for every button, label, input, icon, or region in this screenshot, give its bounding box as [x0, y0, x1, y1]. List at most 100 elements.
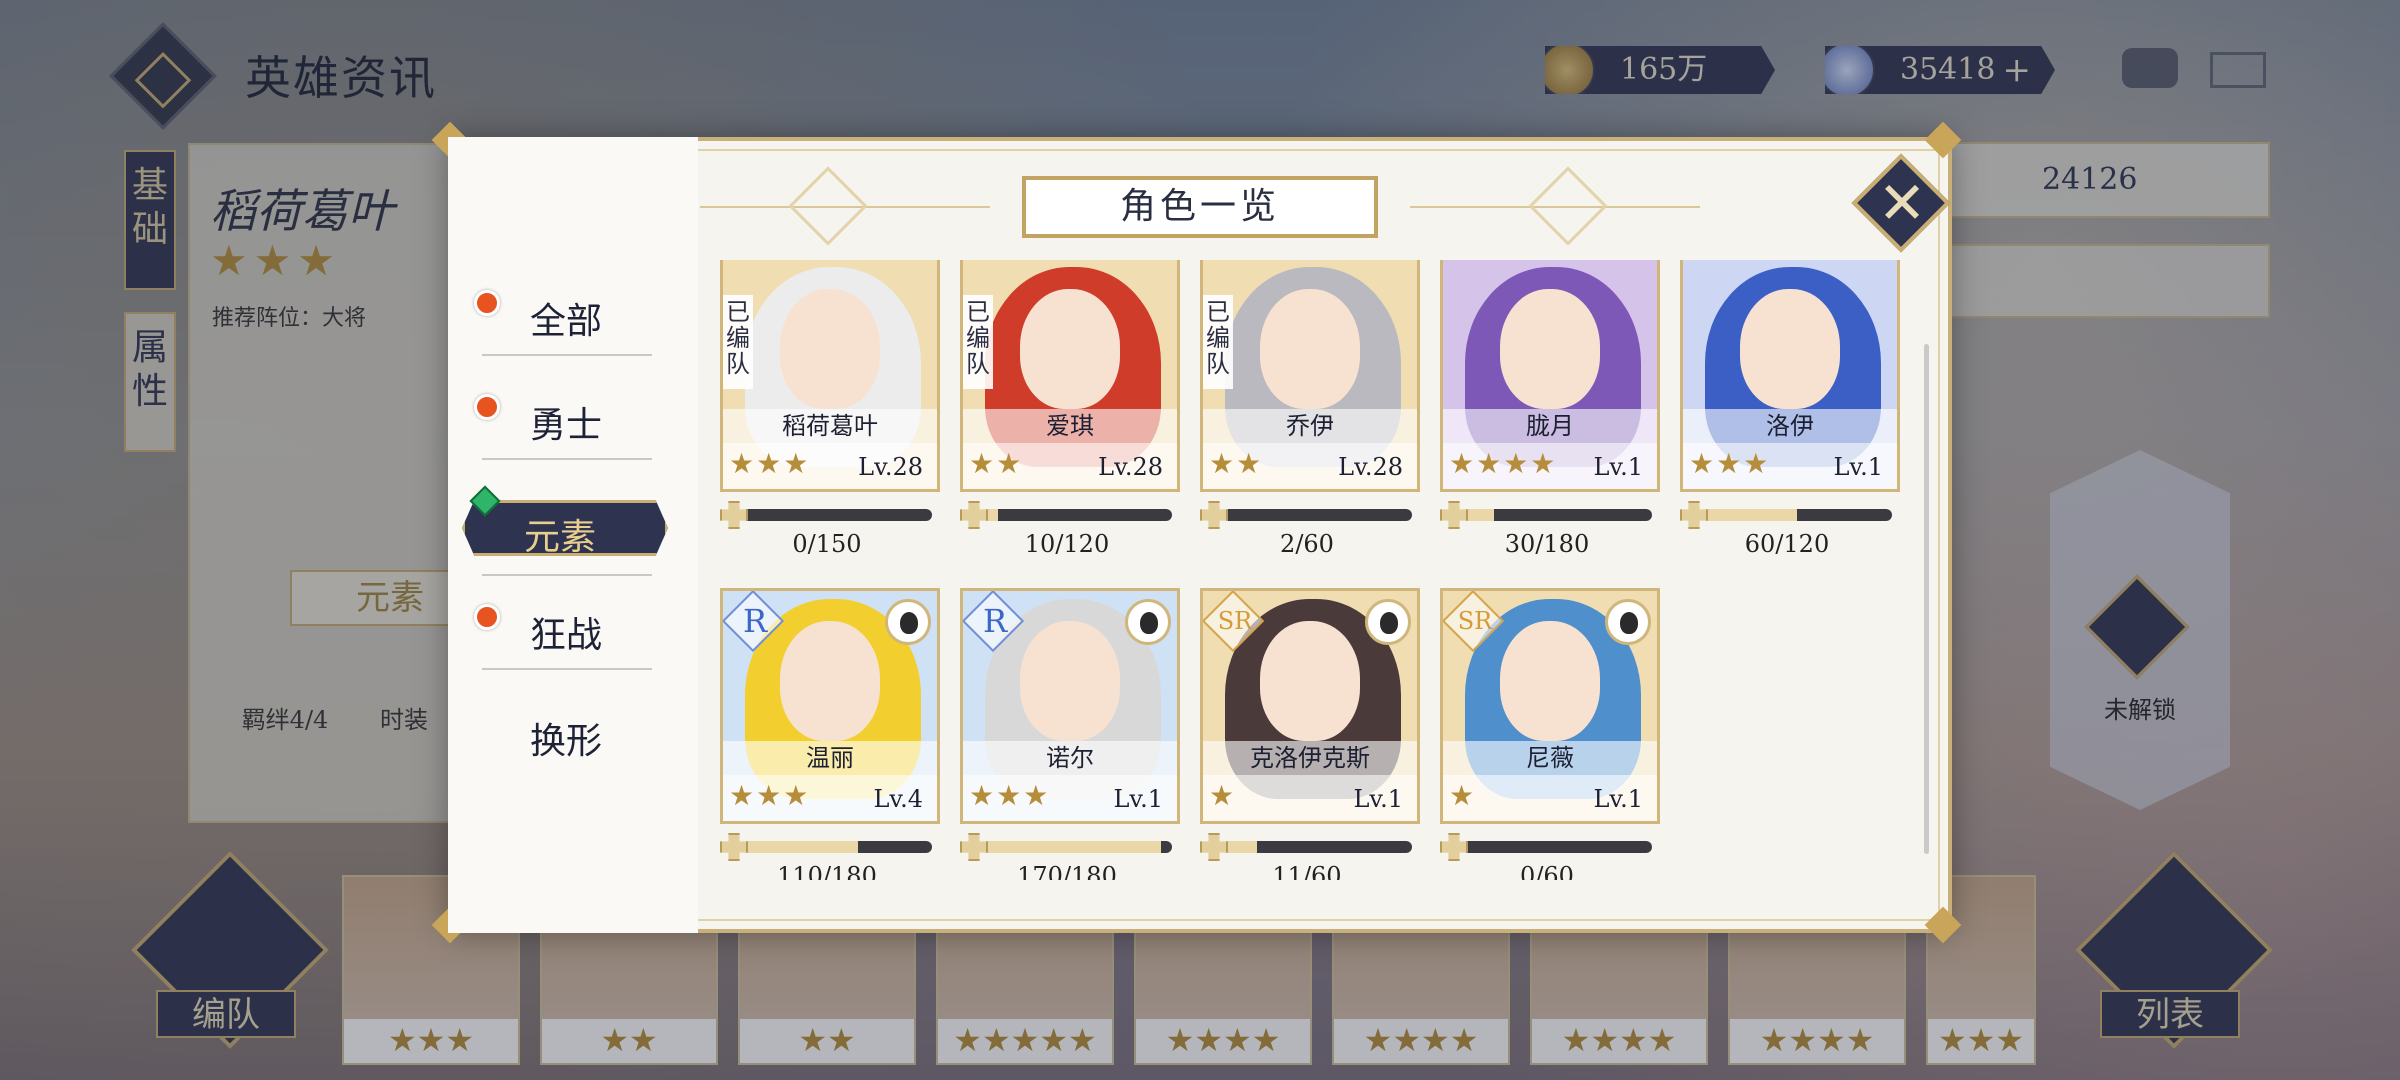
category-label: 全部: [530, 301, 603, 342]
shard-progress-bar: [1440, 833, 1654, 861]
category-element[interactable]: 元素: [462, 485, 672, 576]
hero-info-bar: ★★ Lv.28: [963, 443, 1177, 489]
hero-info-bar: ★★★ Lv.1: [963, 775, 1177, 821]
hero-info-bar: ★★★ Lv.1: [1683, 443, 1897, 489]
hero-stars: ★★★: [1689, 447, 1771, 480]
shard-progress-bar: [1440, 501, 1654, 529]
close-icon[interactable]: ✕: [1872, 168, 1932, 238]
hero-name: 爱琪: [963, 409, 1177, 443]
category-warrior[interactable]: 勇士: [470, 386, 680, 460]
hero-card[interactable]: R 诺尔 ★★★ Lv.1: [960, 588, 1180, 824]
shard-progress-bar: [960, 833, 1174, 861]
hero-face: [1020, 621, 1120, 741]
progress-track: [742, 509, 932, 521]
hero-stars: ★★: [1209, 447, 1264, 480]
puzzle-piece-icon: [1200, 833, 1228, 861]
shard-count: 30/180: [1504, 530, 1590, 558]
shard-count: 0/60: [1520, 862, 1574, 880]
category-all[interactable]: 全部: [470, 282, 680, 356]
shard-progress-bar: [1200, 833, 1414, 861]
notification-dot: [474, 604, 500, 630]
rarity-label: R: [742, 602, 768, 640]
element-icon: [1125, 599, 1171, 645]
puzzle-piece-icon: [960, 833, 988, 861]
category-shapeshift[interactable]: 换形: [470, 702, 680, 762]
hero-name: 洛伊: [1683, 409, 1897, 443]
scrollbar[interactable]: [1924, 344, 1929, 854]
shard-count: 170/180: [1017, 862, 1117, 880]
progress-track: [1222, 509, 1412, 521]
hero-face: [1260, 289, 1360, 409]
hero-card[interactable]: 胧月 ★★★★ Lv.1: [1440, 260, 1660, 492]
puzzle-piece-icon: [720, 833, 748, 861]
hero-card[interactable]: 已编队乔伊 ★★ Lv.28: [1200, 260, 1420, 492]
hero-face: [1260, 621, 1360, 741]
divider: [482, 574, 652, 576]
category-label: 勇士: [530, 405, 603, 446]
hero-level: Lv.1: [1593, 453, 1643, 481]
progress-track: [1462, 841, 1652, 853]
hero-info-bar: ★★ Lv.28: [1203, 443, 1417, 489]
rarity-label: SR: [1217, 607, 1253, 635]
hero-name: 胧月: [1443, 409, 1657, 443]
shard-count: 110/180: [777, 862, 877, 880]
hero-card[interactable]: R 温丽 ★★★ Lv.4: [720, 588, 940, 824]
hero-level: Lv.1: [1833, 453, 1883, 481]
hero-face: [1740, 289, 1840, 409]
progress-track: [1222, 841, 1412, 853]
shard-progress-bar: [720, 501, 934, 529]
shard-count: 2/60: [1280, 530, 1334, 558]
shard-progress-bar: [960, 501, 1174, 529]
shard-count: 10/120: [1024, 530, 1110, 558]
notification-dot: [474, 394, 500, 420]
progress-track: [1462, 509, 1652, 521]
hero-name: 乔伊: [1203, 409, 1417, 443]
divider: [482, 668, 652, 670]
hero-card[interactable]: SR 尼薇 ★ Lv.1: [1440, 588, 1660, 824]
in-team-tag: 已编队: [1203, 295, 1233, 389]
puzzle-piece-icon: [720, 501, 748, 529]
hero-name: 克洛伊克斯: [1203, 741, 1417, 775]
category-label: 狂战: [530, 615, 603, 656]
hero-grid: 已编队 稻荷葛叶 ★★★ Lv.28 0/150 已编队 爱琪 ★★ Lv.28 10/120 已编…: [720, 260, 1910, 880]
progress-fill: [1702, 509, 1797, 521]
element-icon: [1365, 599, 1411, 645]
modal-title: 角色一览: [1022, 176, 1378, 238]
progress-track: [982, 841, 1172, 853]
shard-progress-bar: [1200, 501, 1414, 529]
hero-card[interactable]: 洛伊 ★★★ Lv.1: [1680, 260, 1900, 492]
hero-face: [1500, 289, 1600, 409]
hero-level: Lv.28: [858, 453, 923, 481]
shard-progress-bar: [720, 833, 934, 861]
category-label: 换形: [530, 721, 603, 762]
hero-card[interactable]: 已编队爱琪 ★★ Lv.28: [960, 260, 1180, 492]
rarity-label: R: [982, 602, 1008, 640]
shard-progress-bar: [1680, 501, 1894, 529]
shard-count: 11/60: [1272, 862, 1342, 880]
divider: [482, 354, 652, 356]
shard-count: 60/120: [1744, 530, 1830, 558]
puzzle-piece-icon: [1440, 833, 1468, 861]
in-team-tag: 已编队: [963, 295, 993, 389]
rarity-label: SR: [1457, 607, 1493, 635]
hero-info-bar: ★ Lv.1: [1443, 775, 1657, 821]
element-icon: [885, 599, 931, 645]
hero-card[interactable]: 已编队稻荷葛叶 ★★★ Lv.28: [720, 260, 940, 492]
hero-name: 尼薇: [1443, 741, 1657, 775]
hero-level: Lv.1: [1113, 785, 1163, 813]
hero-stars: ★★★: [729, 447, 811, 480]
hero-level: Lv.1: [1353, 785, 1403, 813]
hero-card[interactable]: SR 克洛伊克斯 ★ Lv.1: [1200, 588, 1420, 824]
hero-name: 稻荷葛叶: [723, 409, 937, 443]
in-team-tag: 已编队: [723, 295, 753, 389]
hero-level: Lv.1: [1593, 785, 1643, 813]
hero-level: Lv.28: [1098, 453, 1163, 481]
hero-stars: ★★★: [729, 779, 811, 812]
hero-face: [1020, 289, 1120, 409]
category-berserker[interactable]: 狂战: [470, 596, 680, 670]
divider: [482, 458, 652, 460]
progress-track: [742, 841, 932, 853]
progress-track: [1702, 509, 1892, 521]
hero-stars: ★: [1209, 779, 1237, 812]
notification-dot: [474, 290, 500, 316]
